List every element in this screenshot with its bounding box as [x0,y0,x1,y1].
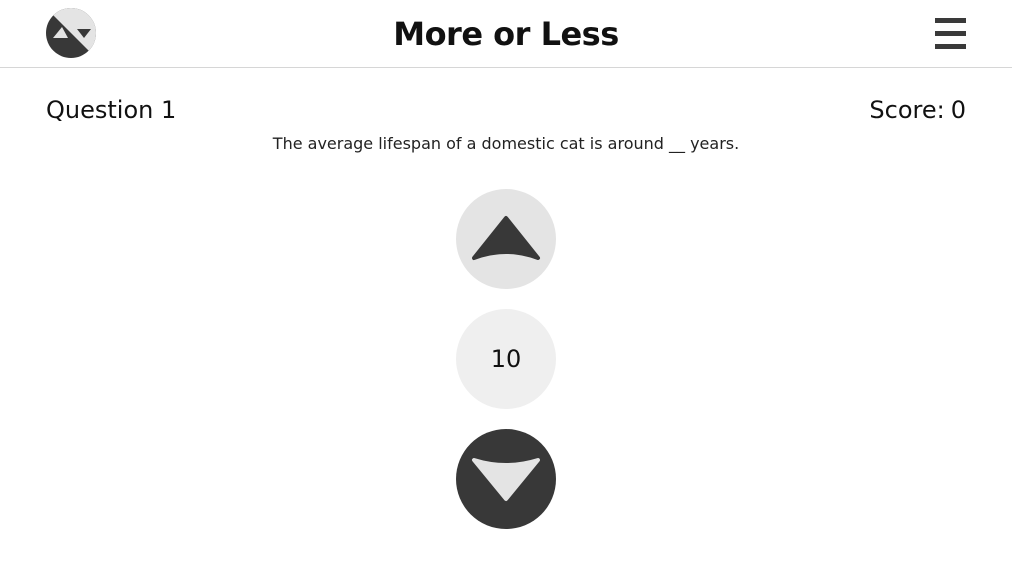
less-button[interactable] [456,429,556,529]
header-bar: More or Less [0,0,1012,68]
arrow-down-icon [472,458,540,501]
page-title: More or Less [393,15,619,53]
current-value: 10 [456,309,556,409]
hamburger-menu-icon[interactable] [934,17,968,49]
score-value: 0 [950,96,966,124]
more-button[interactable] [456,189,556,289]
question-number: Question 1 [46,96,177,124]
arrow-up-icon [472,216,540,260]
score-label: Score: [869,96,945,124]
score-display: Score: 0 [869,95,966,125]
question-text: The average lifespan of a domestic cat i… [272,134,740,153]
